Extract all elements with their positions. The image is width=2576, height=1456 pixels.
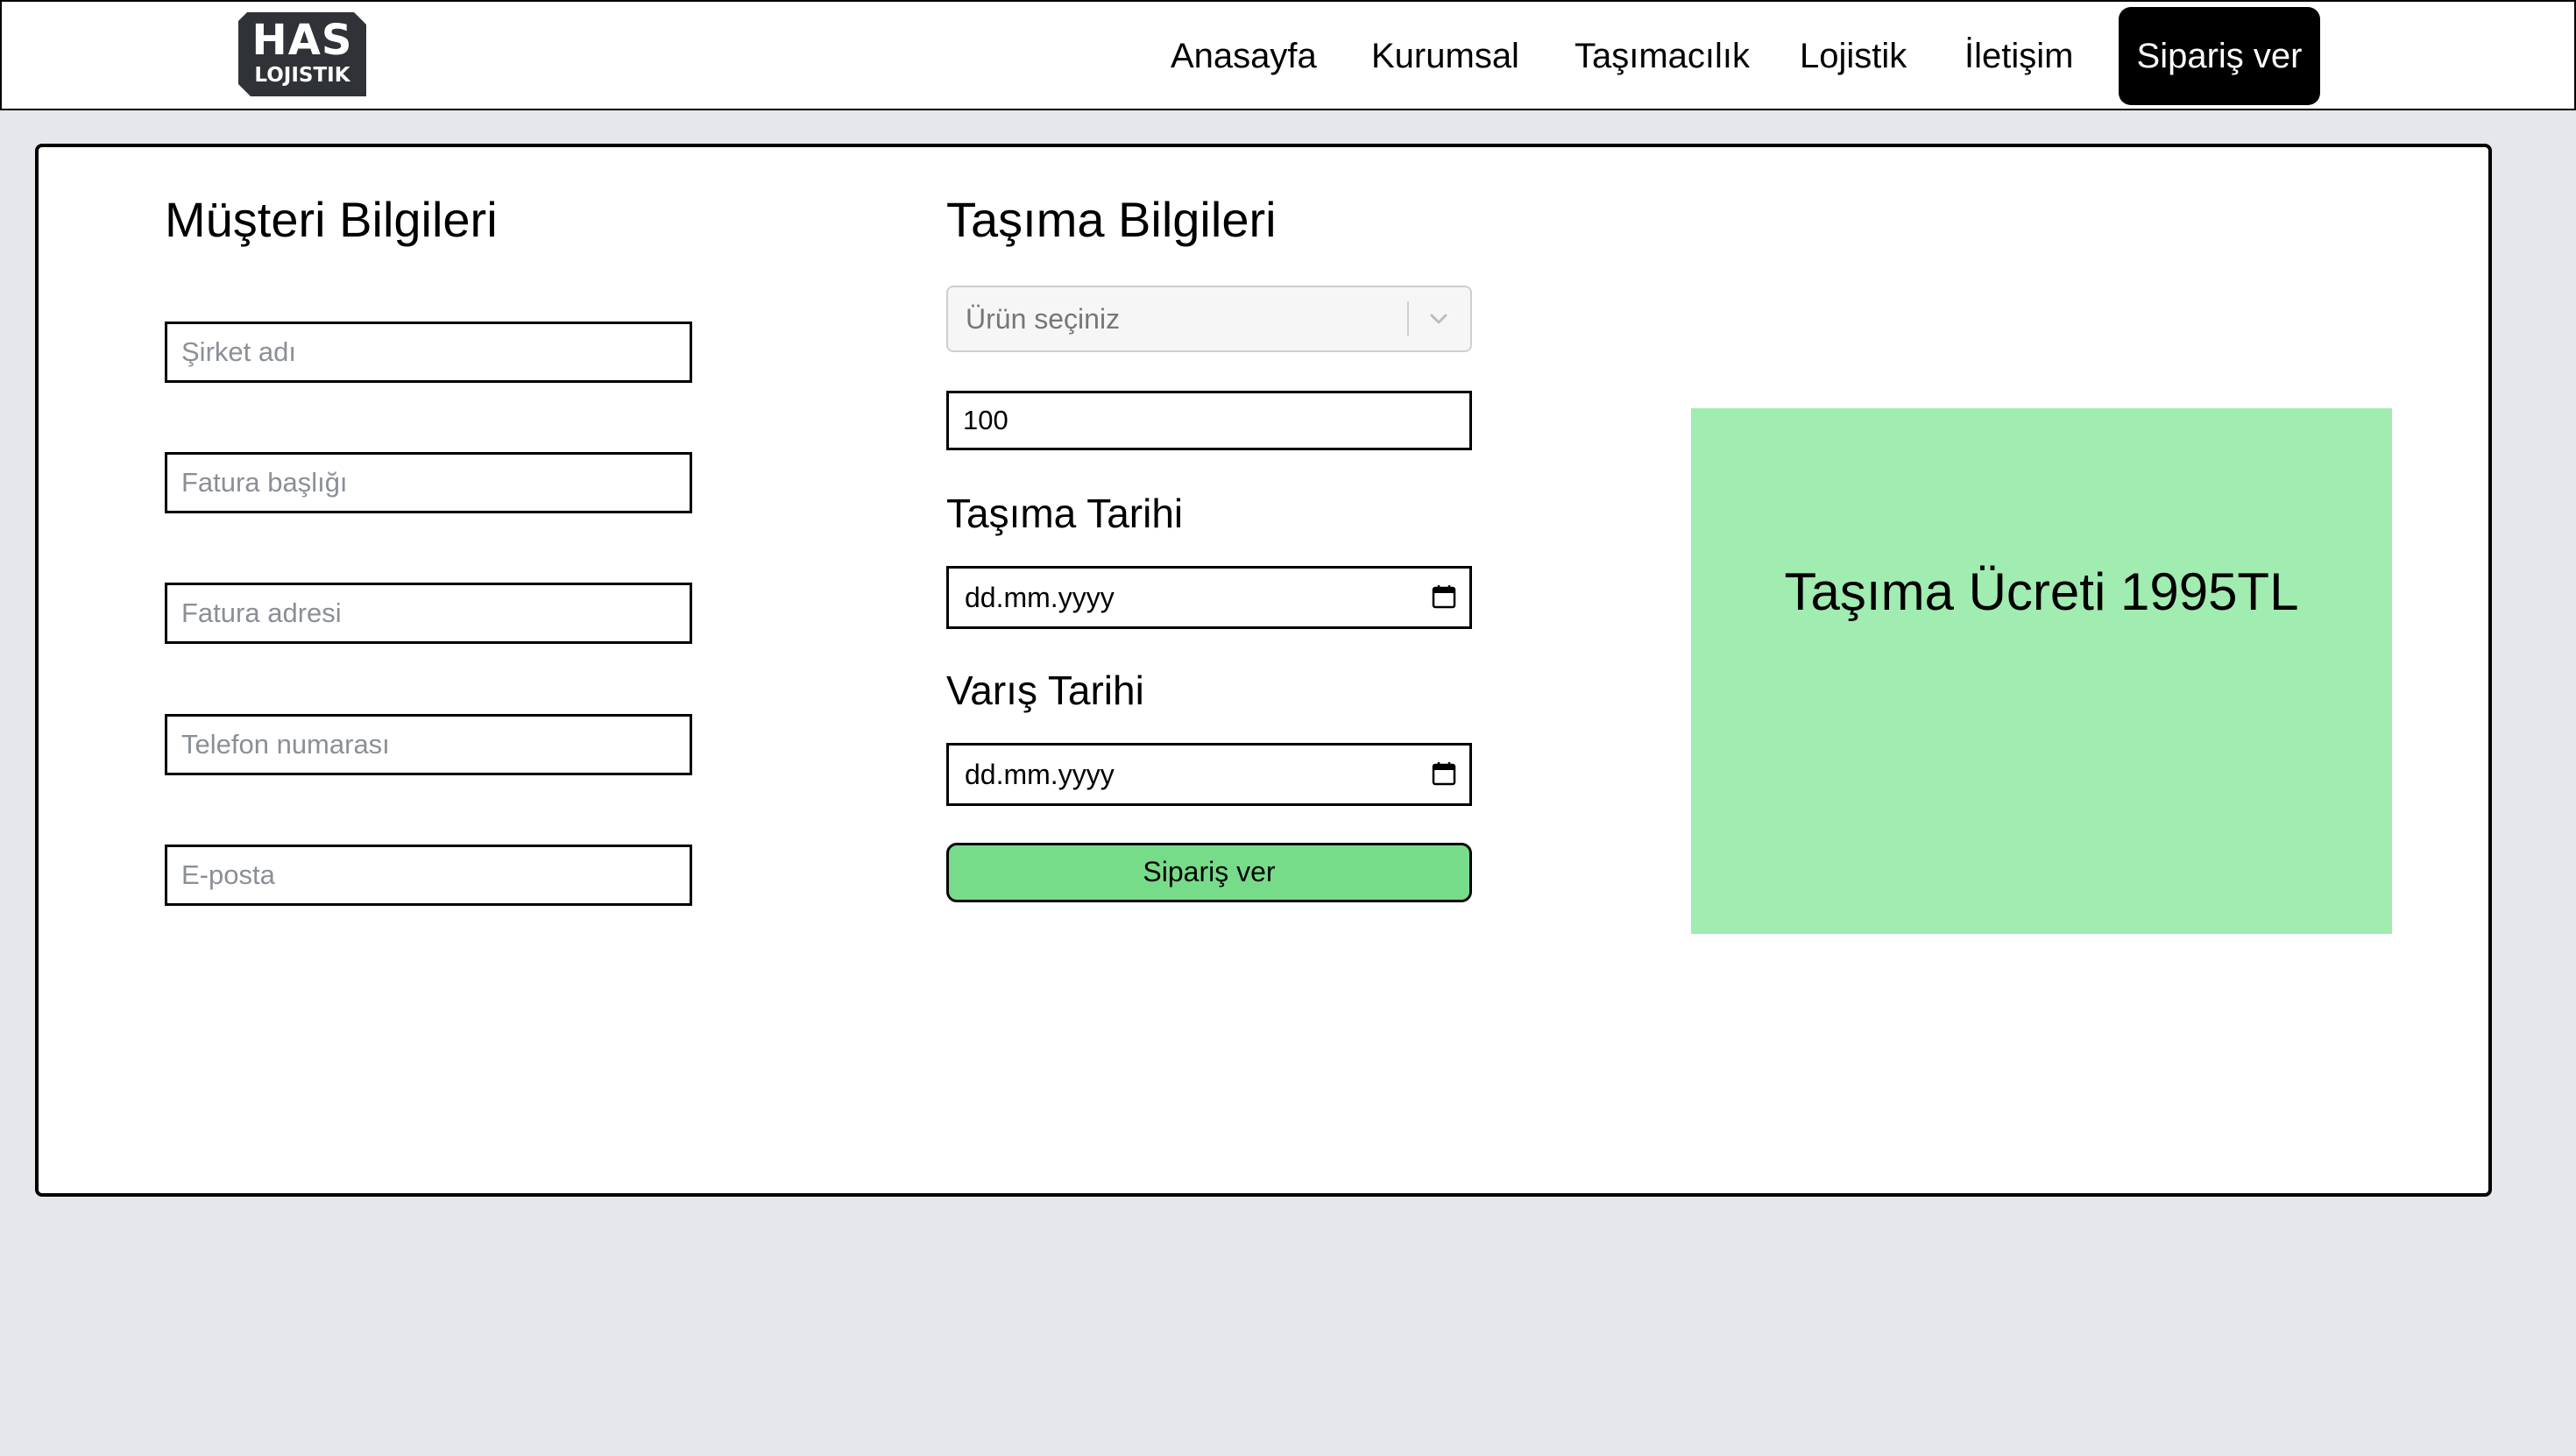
company-name-input[interactable] bbox=[165, 322, 692, 383]
ship-date-label: Taşıma Tarihi bbox=[946, 491, 1184, 536]
invoice-title-input[interactable] bbox=[165, 452, 692, 513]
logo-line-2: LOJISTIK bbox=[254, 64, 350, 87]
nav-link-kurumsal[interactable]: Kurumsal bbox=[1371, 28, 1519, 84]
nav-link-tasimacilik[interactable]: Taşımacılık bbox=[1575, 28, 1750, 84]
has-lojistik-logo[interactable]: HAS LOJISTIK bbox=[238, 12, 366, 96]
customer-info-title: Müşteri Bilgileri bbox=[165, 192, 498, 247]
phone-number-input[interactable] bbox=[165, 714, 692, 775]
ship-date-input[interactable]: dd.mm.yyyy bbox=[946, 566, 1472, 629]
shipping-price-panel: Taşıma Ücreti 1995TL bbox=[1691, 408, 2392, 934]
nav-link-iletisim[interactable]: İletişim bbox=[1964, 28, 2073, 84]
nav-order-button[interactable]: Sipariş ver bbox=[2119, 7, 2320, 105]
select-separator bbox=[1407, 301, 1409, 336]
order-form-card: Müşteri Bilgileri Taşıma Bilgileri Ürün … bbox=[35, 144, 2492, 1197]
product-select[interactable]: Ürün seçiniz bbox=[946, 286, 1472, 352]
arrival-date-input[interactable]: dd.mm.yyyy bbox=[946, 743, 1472, 806]
ship-date-value: dd.mm.yyyy bbox=[965, 582, 1115, 613]
shipping-info-title: Taşıma Bilgileri bbox=[946, 192, 1277, 247]
invoice-address-input[interactable] bbox=[165, 583, 692, 644]
arrival-date-label: Varış Tarihi bbox=[946, 668, 1144, 713]
arrival-date-value: dd.mm.yyyy bbox=[965, 759, 1115, 790]
submit-order-button[interactable]: Sipariş ver bbox=[946, 843, 1472, 902]
quantity-input[interactable] bbox=[946, 391, 1472, 450]
shipping-price-text: Taşıma Ücreti 1995TL bbox=[1784, 562, 2299, 621]
nav-link-lojistik[interactable]: Lojistik bbox=[1800, 28, 1907, 84]
email-input[interactable] bbox=[165, 845, 692, 906]
logo-line-1: HAS bbox=[251, 16, 353, 65]
chevron-down-icon[interactable] bbox=[1421, 301, 1456, 336]
calendar-icon[interactable] bbox=[1431, 760, 1457, 787]
top-navbar: HAS LOJISTIK Anasayfa Kurumsal Taşımacıl… bbox=[0, 0, 2576, 110]
calendar-icon[interactable] bbox=[1431, 583, 1457, 610]
product-select-placeholder: Ürün seçiniz bbox=[966, 303, 1121, 335]
nav-link-anasayfa[interactable]: Anasayfa bbox=[1171, 28, 1317, 84]
